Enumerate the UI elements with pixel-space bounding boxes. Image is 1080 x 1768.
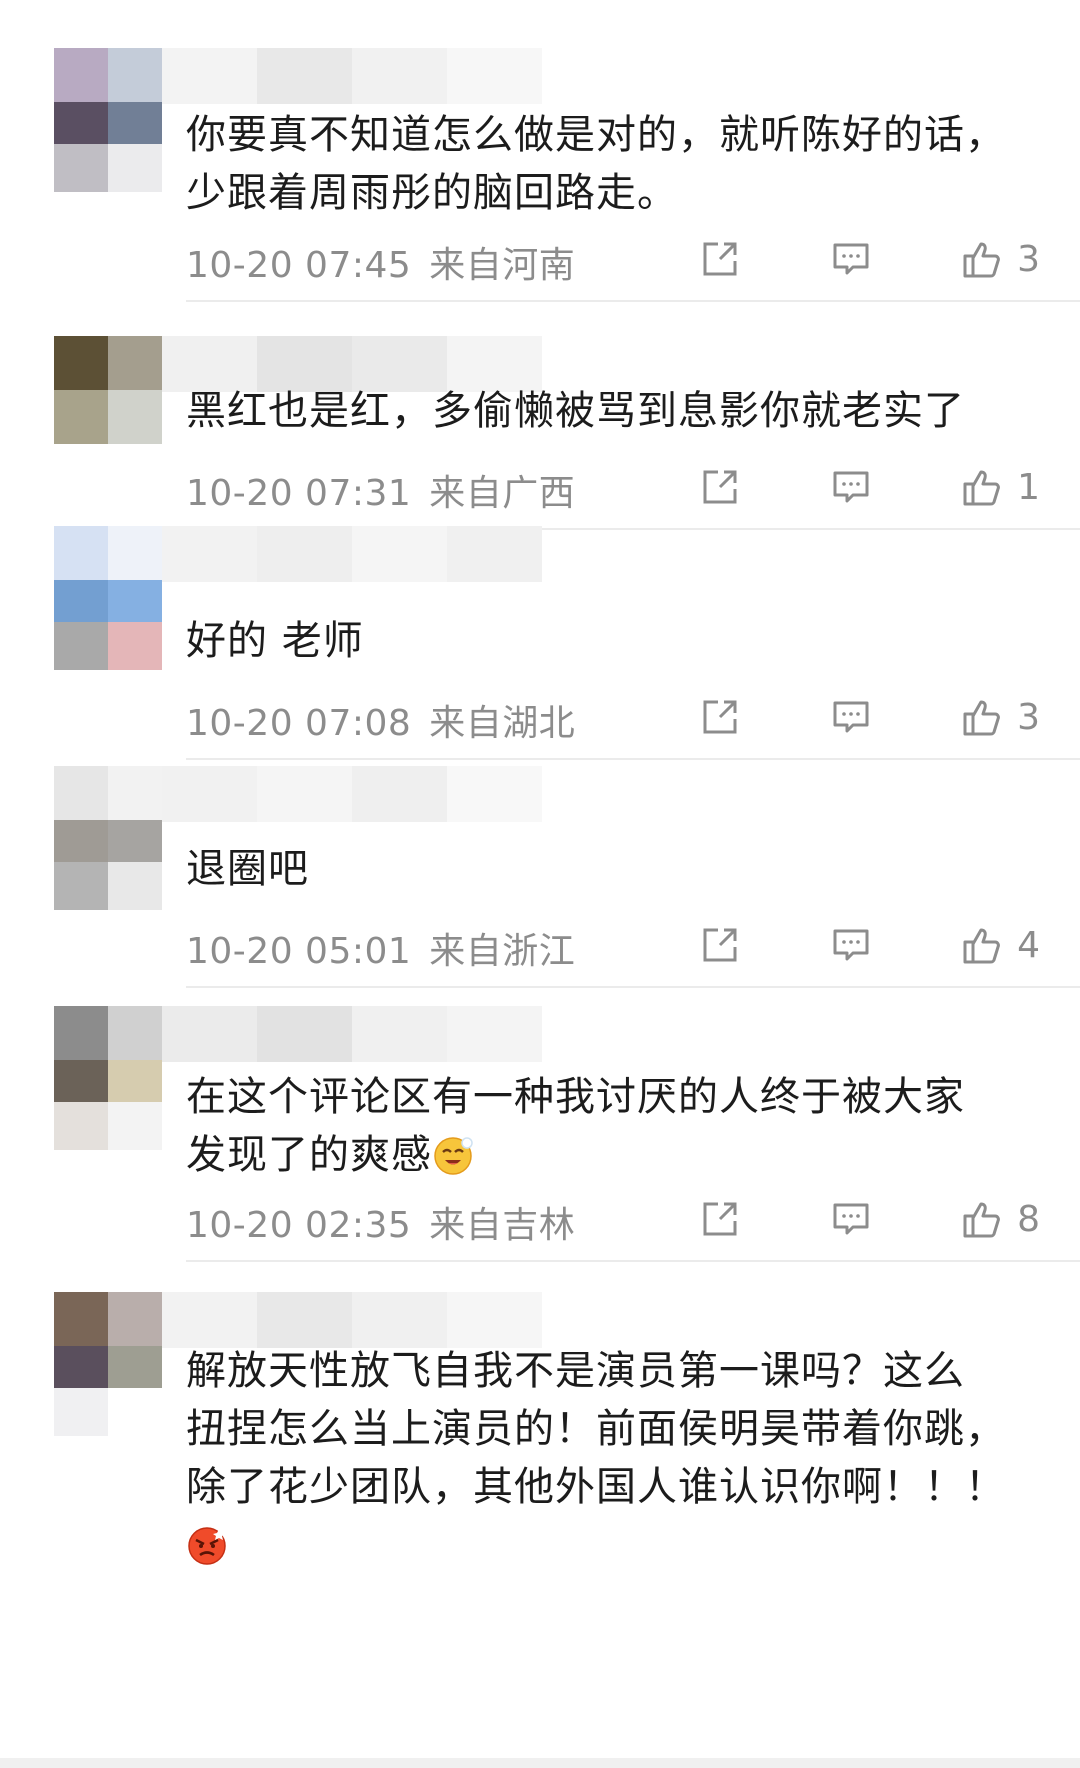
divider	[186, 1260, 1080, 1262]
avatar[interactable]	[54, 48, 162, 156]
avatar[interactable]	[54, 766, 162, 874]
comment-time: 10-20 05:01	[186, 931, 412, 972]
comment-location: 来自浙江	[429, 931, 576, 972]
avatar-lower-blur	[54, 1388, 162, 1436]
like-button[interactable]: 8	[961, 1198, 1040, 1240]
like-count: 3	[1017, 696, 1040, 738]
thumbs-up-icon	[963, 242, 1000, 278]
comment-time: 10-20 07:08	[186, 703, 412, 744]
comment-text: 好的 老师	[186, 618, 364, 664]
like-button[interactable]: 1	[961, 466, 1040, 508]
comment-meta: 10-20 07:31 来自广西	[186, 464, 575, 516]
comment-actions: 8	[700, 1194, 1040, 1244]
reply-button[interactable]	[831, 1199, 871, 1239]
reply-button[interactable]	[831, 239, 871, 279]
like-button[interactable]: 3	[961, 696, 1040, 738]
comment-meta: 10-20 02:35 来自吉林	[186, 1196, 575, 1248]
avatar-lower-blur	[54, 622, 162, 670]
share-button[interactable]	[700, 239, 740, 279]
comment-icon	[833, 1203, 869, 1235]
comment-location: 来自湖北	[429, 703, 576, 744]
comment-location: 来自吉林	[429, 1205, 576, 1246]
reply-button[interactable]	[831, 925, 871, 965]
comment-time: 10-20 02:35	[186, 1205, 412, 1246]
like-count: 4	[1017, 924, 1040, 966]
thumbs-up-icon	[963, 700, 1000, 736]
angry-face-emoji	[186, 1524, 228, 1582]
thumbs-up-icon	[963, 470, 1000, 506]
divider	[186, 758, 1080, 760]
like-count: 3	[1017, 238, 1040, 280]
share-button[interactable]	[700, 1199, 740, 1239]
like-button[interactable]: 3	[961, 238, 1040, 280]
comment-text: 黑红也是红，多偷懒被骂到息影你就老实了	[186, 388, 965, 434]
comment-text: 解放天性放飞自我不是演员第一课吗？这么 扭捏怎么当上演员的！前面侯明昊带着你跳，…	[186, 1342, 1040, 1582]
comment-text: 在这个评论区有一种我讨厌的人终于被大家 发现了的爽感	[186, 1068, 1040, 1192]
username-blurred[interactable]	[162, 1292, 542, 1348]
comment-meta: 10-20 07:08 来自湖北	[186, 694, 575, 746]
avatar[interactable]	[54, 1292, 162, 1400]
reply-button[interactable]	[831, 467, 871, 507]
avatar[interactable]	[54, 1006, 162, 1114]
share-icon	[703, 928, 737, 962]
avatar[interactable]	[54, 336, 162, 444]
smug-face-emoji	[432, 1134, 474, 1192]
username-blurred[interactable]	[162, 766, 542, 822]
avatar[interactable]	[54, 526, 162, 634]
comment-actions: 3	[700, 692, 1040, 742]
comment-text: 退圈吧	[186, 846, 309, 892]
comment-icon	[833, 243, 869, 275]
comment-location: 来自河南	[429, 245, 576, 286]
comment-icon	[833, 929, 869, 961]
comment-time: 10-20 07:31	[186, 473, 412, 514]
share-icon	[703, 700, 737, 734]
comment-icon	[833, 471, 869, 503]
share-button[interactable]	[700, 925, 740, 965]
thumbs-up-icon	[963, 1202, 1000, 1238]
avatar-lower-blur	[54, 1102, 162, 1150]
like-button[interactable]: 4	[961, 924, 1040, 966]
like-count: 1	[1017, 466, 1040, 508]
comment-meta: 10-20 05:01 来自浙江	[186, 922, 575, 974]
username-blurred[interactable]	[162, 526, 542, 582]
reply-button[interactable]	[831, 697, 871, 737]
comment-location: 来自广西	[429, 473, 576, 514]
comment-meta: 10-20 07:45 来自河南	[186, 236, 575, 288]
share-icon	[703, 1202, 737, 1236]
share-button[interactable]	[700, 467, 740, 507]
divider	[186, 986, 1080, 988]
comment-actions: 3	[700, 234, 1040, 284]
share-button[interactable]	[700, 697, 740, 737]
share-icon	[703, 470, 737, 504]
username-blurred[interactable]	[162, 1006, 542, 1062]
thumbs-up-icon	[963, 928, 1000, 964]
avatar-lower-blur	[54, 144, 162, 192]
comment-actions: 1	[700, 462, 1040, 512]
bottom-edge	[0, 1758, 1080, 1768]
comment-icon	[833, 701, 869, 733]
comment-time: 10-20 07:45	[186, 245, 412, 286]
share-icon	[703, 242, 737, 276]
comment-text: 你要真不知道怎么做是对的，就听陈好的话， 少跟着周雨彤的脑回路走。	[186, 112, 1006, 216]
like-count: 8	[1017, 1198, 1040, 1240]
comment-actions: 4	[700, 920, 1040, 970]
divider	[186, 300, 1080, 302]
username-blurred[interactable]	[162, 48, 542, 104]
avatar-lower-blur	[54, 862, 162, 910]
